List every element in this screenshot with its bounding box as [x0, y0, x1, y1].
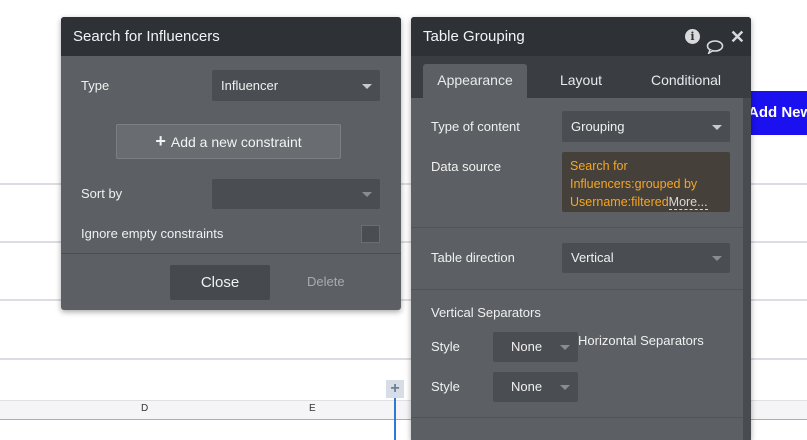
add-constraint-label: Add a new constraint — [170, 134, 302, 150]
column-resize-handle[interactable] — [394, 398, 396, 440]
vertical-style-dropdown[interactable]: None — [493, 332, 578, 362]
tab-conditional[interactable]: Conditional — [636, 64, 736, 98]
vertical-style-value: None — [511, 339, 543, 354]
column-letter-d: D — [141, 403, 149, 414]
ignore-empty-label: Ignore empty constraints — [81, 226, 224, 241]
plus-icon: + — [155, 131, 166, 151]
data-source-expression[interactable]: Search for Influencers:grouped by Userna… — [562, 152, 730, 212]
type-value: Influencer — [221, 78, 279, 93]
add-column-button[interactable]: + — [386, 380, 404, 398]
divider — [61, 253, 401, 254]
more-link[interactable]: More... — [668, 195, 708, 210]
column-letter-e: E — [309, 403, 316, 414]
type-of-content-value: Grouping — [571, 119, 625, 134]
type-dropdown[interactable]: Influencer — [212, 70, 380, 101]
vertical-separators-label: Vertical Separators — [431, 305, 541, 320]
chevron-down-icon — [362, 83, 372, 89]
sort-by-dropdown[interactable] — [212, 179, 380, 209]
table-direction-value: Vertical — [571, 250, 614, 265]
section-divider — [411, 227, 743, 228]
table-direction-dropdown[interactable]: Vertical — [562, 243, 730, 273]
search-panel: Search for Influencers Type Influencer +… — [61, 17, 401, 310]
ignore-empty-checkbox[interactable] — [361, 225, 380, 243]
chevron-down-icon — [712, 124, 722, 130]
type-label: Type — [81, 78, 110, 93]
type-of-content-dropdown[interactable]: Grouping — [562, 111, 730, 142]
grouping-panel: Table Grouping i ✕ Appearance Layout Con… — [411, 17, 751, 440]
sort-by-label: Sort by — [81, 186, 123, 201]
scrollbar[interactable] — [743, 98, 751, 440]
tab-bar: Appearance Layout Conditional — [411, 56, 751, 98]
delete-button[interactable]: Delete — [307, 274, 345, 289]
type-of-content-label: Type of content — [431, 119, 520, 134]
chevron-down-icon — [362, 192, 372, 197]
panel-title: Table Grouping — [423, 28, 525, 45]
section-divider — [411, 417, 743, 418]
close-button[interactable]: Close — [170, 265, 270, 300]
info-icon[interactable]: i — [684, 29, 700, 44]
panel-header[interactable]: Table Grouping i ✕ — [411, 17, 751, 56]
data-source-label: Data source — [431, 159, 502, 174]
tab-appearance[interactable]: Appearance — [423, 64, 527, 98]
chevron-down-icon — [560, 385, 570, 390]
horizontal-style-label: Style — [431, 379, 460, 394]
panel-title[interactable]: Search for Influencers — [61, 17, 401, 56]
table-direction-label: Table direction — [431, 250, 515, 265]
comment-icon[interactable] — [706, 30, 724, 54]
horizontal-separators-label: Horizontal Separators — [578, 333, 704, 348]
horizontal-style-value: None — [511, 379, 543, 394]
close-icon[interactable]: ✕ — [730, 28, 745, 46]
chevron-down-icon — [712, 256, 722, 261]
tab-layout[interactable]: Layout — [536, 64, 626, 98]
header-icons: i ✕ — [684, 17, 745, 56]
vertical-style-label: Style — [431, 339, 460, 354]
horizontal-style-dropdown[interactable]: None — [493, 372, 578, 402]
add-constraint-button[interactable]: + Add a new constraint — [116, 124, 341, 159]
chevron-down-icon — [560, 345, 570, 350]
section-divider — [411, 289, 743, 290]
